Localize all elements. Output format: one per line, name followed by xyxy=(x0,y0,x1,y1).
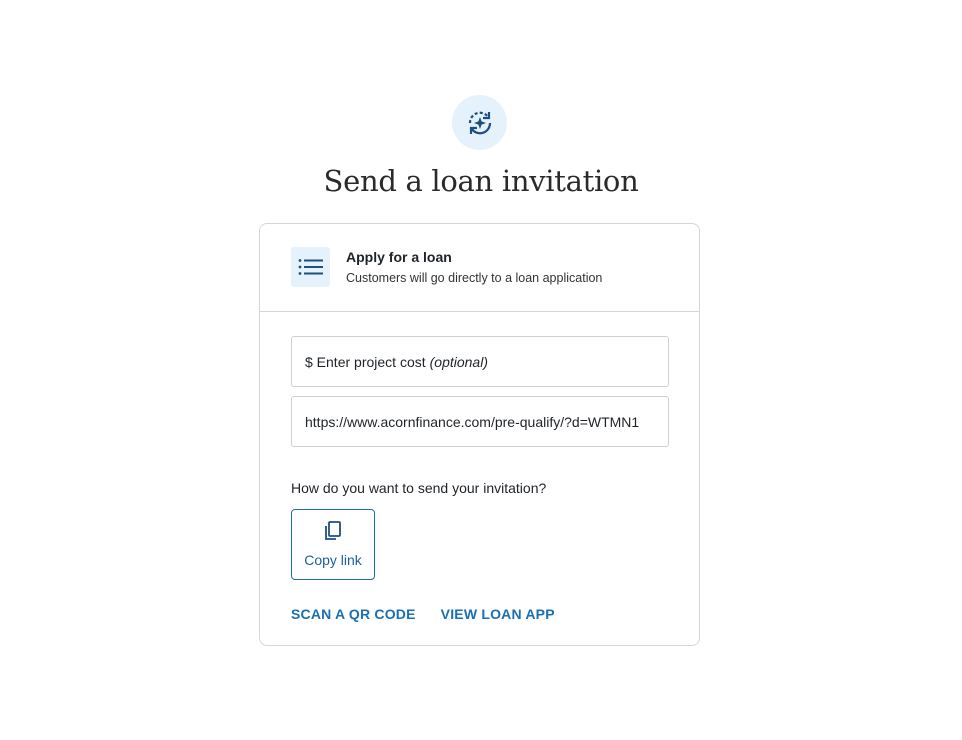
option-description: Customers will go directly to a loan app… xyxy=(346,271,603,285)
list-icon xyxy=(291,247,330,287)
invitation-page: Send a loan invitation Apply for a loan … xyxy=(0,0,962,740)
project-cost-placeholder: $ Enter project cost xyxy=(305,353,426,370)
optional-hint: (optional) xyxy=(429,353,488,370)
invitation-card: Apply for a loan Customers will go direc… xyxy=(259,223,700,646)
loan-option-row[interactable]: Apply for a loan Customers will go direc… xyxy=(260,224,699,312)
copy-link-button[interactable]: Copy link xyxy=(291,509,375,580)
option-title: Apply for a loan xyxy=(346,249,452,265)
secondary-actions: SCAN A QR CODE VIEW LOAN APP xyxy=(291,606,555,622)
copy-icon xyxy=(324,521,342,546)
send-method-question: How do you want to send your invitation? xyxy=(291,480,547,496)
scan-qr-code-link[interactable]: SCAN A QR CODE xyxy=(291,606,416,622)
project-cost-input[interactable]: $ Enter project cost (optional) xyxy=(291,336,669,387)
sparkle-refresh-icon xyxy=(452,95,507,150)
page-title: Send a loan invitation xyxy=(323,164,639,198)
view-loan-app-link[interactable]: VIEW LOAN APP xyxy=(441,606,555,622)
copy-link-label: Copy link xyxy=(304,552,362,568)
invitation-url-field[interactable]: https://www.acornfinance.com/pre-qualify… xyxy=(291,396,669,447)
invitation-url-value: https://www.acornfinance.com/pre-qualify… xyxy=(305,413,640,430)
